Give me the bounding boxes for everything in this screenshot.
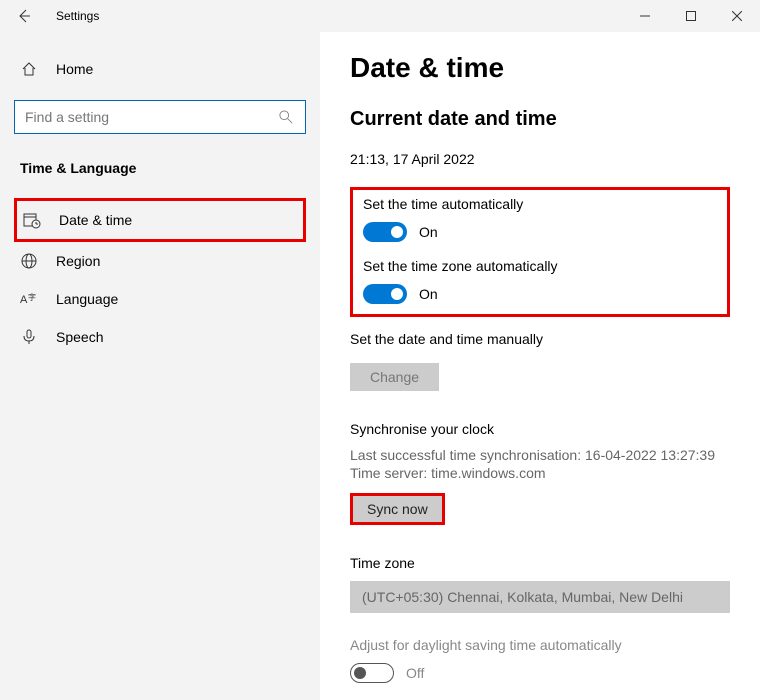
titlebar: Settings — [0, 0, 760, 32]
globe-icon — [20, 252, 38, 270]
dst-toggle — [350, 663, 394, 683]
sidebar-item-region[interactable]: Region — [14, 242, 306, 280]
sync-button-highlight: Sync now — [350, 493, 445, 525]
home-link[interactable]: Home — [14, 52, 306, 86]
svg-text:A: A — [20, 294, 28, 306]
page-title: Date & time — [350, 52, 730, 84]
auto-time-state: On — [419, 224, 438, 240]
minimize-button[interactable] — [622, 0, 668, 32]
auto-time-label: Set the time automatically — [363, 196, 717, 212]
sync-last: Last successful time synchronisation: 16… — [350, 447, 730, 463]
search-input[interactable] — [25, 109, 277, 125]
close-button[interactable] — [714, 0, 760, 32]
search-icon — [277, 108, 295, 126]
sidebar: Home Time & Language Date & time Region … — [0, 32, 320, 700]
search-box[interactable] — [14, 100, 306, 134]
current-datetime: 21:13, 17 April 2022 — [350, 151, 730, 167]
calendar-clock-icon — [23, 211, 41, 229]
sync-now-button[interactable]: Sync now — [353, 496, 442, 522]
sidebar-item-language[interactable]: A字 Language — [14, 280, 306, 318]
window-title: Settings — [56, 9, 99, 23]
home-icon — [20, 60, 38, 78]
tz-select: (UTC+05:30) Chennai, Kolkata, Mumbai, Ne… — [350, 581, 730, 613]
sidebar-item-label: Language — [56, 291, 118, 307]
sidebar-item-label: Speech — [56, 329, 103, 345]
category-title: Time & Language — [20, 160, 306, 176]
dst-state: Off — [406, 665, 424, 681]
auto-tz-state: On — [419, 286, 438, 302]
sidebar-item-label: Region — [56, 253, 100, 269]
manual-label: Set the date and time manually — [350, 331, 730, 347]
home-label: Home — [56, 61, 93, 77]
content-area: Date & time Current date and time 21:13,… — [320, 32, 760, 700]
sync-title: Synchronise your clock — [350, 421, 730, 437]
maximize-button[interactable] — [668, 0, 714, 32]
auto-time-toggle[interactable] — [363, 222, 407, 242]
svg-text:字: 字 — [28, 292, 36, 302]
tz-title: Time zone — [350, 555, 730, 571]
dst-label: Adjust for daylight saving time automati… — [350, 637, 730, 653]
auto-settings-highlight: Set the time automatically On Set the ti… — [350, 187, 730, 317]
sidebar-item-label: Date & time — [59, 212, 132, 228]
auto-tz-toggle[interactable] — [363, 284, 407, 304]
section-subtitle: Current date and time — [350, 108, 730, 131]
language-icon: A字 — [20, 290, 38, 308]
microphone-icon — [20, 328, 38, 346]
sidebar-item-date-time[interactable]: Date & time — [14, 198, 306, 242]
change-button: Change — [350, 363, 439, 391]
sidebar-item-speech[interactable]: Speech — [14, 318, 306, 356]
auto-tz-label: Set the time zone automatically — [363, 258, 717, 274]
back-button[interactable] — [0, 0, 48, 32]
sync-server: Time server: time.windows.com — [350, 465, 730, 481]
